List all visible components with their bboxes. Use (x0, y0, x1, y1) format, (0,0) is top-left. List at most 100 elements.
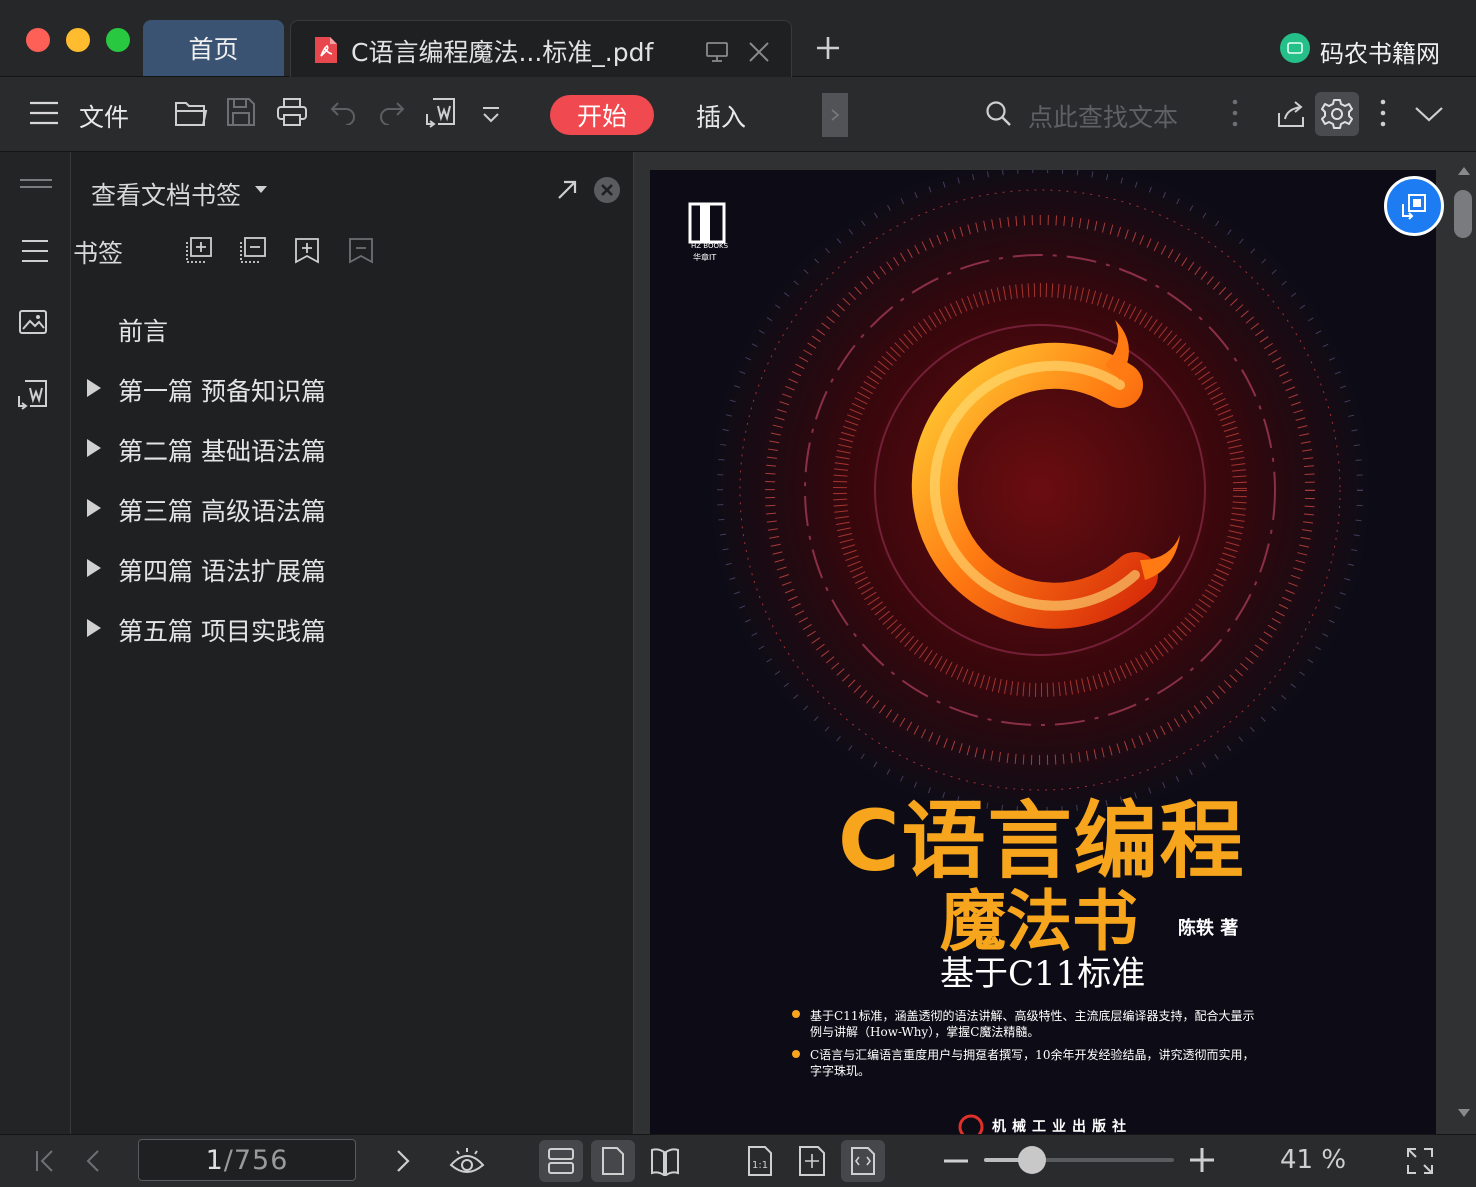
save-icon[interactable] (225, 96, 257, 128)
bookmarks-label: 书签 (73, 239, 124, 268)
new-tab-icon[interactable] (816, 36, 840, 60)
redo-icon[interactable] (378, 99, 406, 125)
tab-document[interactable]: C语言编程魔法...标准_.pdf (290, 20, 792, 78)
svg-text:1:1: 1:1 (752, 1160, 768, 1171)
maximize-window-button[interactable] (106, 28, 130, 52)
convert-icon (1402, 194, 1426, 220)
previous-page-icon[interactable] (84, 1149, 102, 1173)
pdf-file-icon (315, 37, 337, 63)
tab-home[interactable]: 首页 (143, 20, 284, 76)
bookmark-list-icon[interactable] (21, 238, 49, 264)
share-icon[interactable] (1276, 99, 1306, 129)
bookmark-item-part-3[interactable]: 第三篇 高级语法篇 (118, 492, 326, 528)
file-menu[interactable]: 文件 (79, 98, 129, 134)
collapse-toolbar-icon[interactable] (1413, 105, 1445, 123)
expand-arrow-icon[interactable] (87, 439, 101, 457)
convert-to-word-icon[interactable] (424, 96, 458, 130)
bullet-dot (792, 1050, 800, 1058)
print-icon[interactable] (276, 97, 308, 127)
tab-document-title: C语言编程魔法...标准_.pdf (351, 38, 654, 67)
single-page-icon (602, 1147, 624, 1175)
add-bookmark-icon[interactable] (293, 236, 321, 266)
undo-icon[interactable] (329, 99, 357, 125)
close-tab-icon[interactable] (747, 40, 771, 64)
search-input[interactable]: 点此查找文本 (1028, 98, 1178, 134)
pop-out-panel-icon[interactable] (556, 179, 578, 201)
scroll-down-arrow-icon[interactable] (1458, 1108, 1470, 1118)
zoom-out-icon[interactable] (943, 1158, 969, 1164)
expand-arrow-icon[interactable] (87, 379, 101, 397)
bullet-dot (792, 1010, 800, 1018)
gear-icon (1321, 99, 1353, 129)
continuous-view-button[interactable] (539, 1140, 583, 1182)
two-page-icon (651, 1148, 679, 1176)
close-panel-icon[interactable] (593, 176, 621, 204)
expand-arrow-icon[interactable] (87, 559, 101, 577)
fit-width-icon (851, 1147, 875, 1175)
page-number-input[interactable]: 1/756 (138, 1139, 356, 1181)
export-word-icon[interactable] (16, 378, 50, 412)
two-page-view-button[interactable] (643, 1140, 687, 1182)
cover-bullet1-line1: 基于C11标准，涵盖透彻的语法讲解、高级特性、主流底层编译器支持，配合大量示 (810, 1009, 1255, 1023)
cover-press: 机械工业出版社 (992, 1119, 1132, 1134)
collapse-all-icon[interactable] (239, 236, 267, 266)
toolbar-more-dots-icon[interactable] (1231, 97, 1239, 129)
collapse-panel-icon[interactable] (19, 178, 53, 190)
bookmark-item-part-5[interactable]: 第五篇 项目实践篇 (118, 612, 326, 648)
expand-all-icon[interactable] (185, 236, 213, 266)
main-toolbar: 文件 开始 插入 点此查找文本 (0, 77, 1476, 152)
cover-bullet1-line2: 例与讲解（How-Why），掌握C魔法精髓。 (810, 1025, 1040, 1039)
tab-start[interactable]: 开始 (550, 95, 654, 135)
more-options-icon[interactable] (1379, 97, 1387, 129)
tab-insert[interactable]: 插入 (696, 98, 746, 134)
chevron-right-icon (831, 109, 840, 121)
brand-name[interactable]: 码农书籍网 (1320, 34, 1440, 69)
left-sidebar-strip (0, 152, 71, 1134)
fullscreen-icon[interactable] (1405, 1146, 1435, 1176)
scroll-up-arrow-icon[interactable] (1458, 166, 1470, 176)
scrollbar-thumb[interactable] (1454, 190, 1472, 238)
zoom-slider-knob[interactable] (1017, 1146, 1046, 1174)
open-folder-icon[interactable] (174, 97, 208, 129)
panel-title-dropdown[interactable]: 查看文档书签 (91, 176, 241, 212)
thumbnail-icon[interactable] (18, 308, 48, 336)
delete-bookmark-icon[interactable] (347, 236, 375, 266)
cover-author: 陈轶 著 (1178, 918, 1239, 939)
search-icon[interactable] (985, 100, 1013, 128)
publisher-logo-text: HZ BOOKS (691, 242, 729, 250)
cover-subtitle: 基于C11标准 (940, 954, 1146, 994)
zoom-percentage[interactable]: 41 % (1280, 1145, 1346, 1175)
expand-arrow-icon[interactable] (87, 499, 101, 517)
press-logo-icon (958, 1114, 984, 1134)
zoom-in-icon[interactable] (1189, 1147, 1215, 1173)
bookmark-item-part-2[interactable]: 第二篇 基础语法篇 (118, 432, 326, 468)
publisher-logo-subtext: 华章IT (693, 253, 717, 262)
minimize-window-button[interactable] (66, 28, 90, 52)
menu-icon[interactable] (29, 100, 59, 126)
bookmark-item-preface[interactable]: 前言 (118, 312, 168, 348)
expand-arrow-icon[interactable] (87, 619, 101, 637)
cover-bullet2-line2: 字字珠玑。 (810, 1064, 871, 1078)
settings-button[interactable] (1315, 92, 1359, 136)
next-page-icon[interactable] (394, 1149, 412, 1173)
fit-page-icon[interactable] (797, 1145, 827, 1177)
more-tools-dropdown-icon[interactable] (480, 105, 502, 125)
brand-logo-icon (1280, 33, 1310, 63)
caret-down-icon[interactable] (255, 186, 267, 194)
close-window-button[interactable] (26, 28, 50, 52)
pdf-page[interactable]: HZ BOOKS 华章IT C语言编程 魔法书 陈轶 著 基于C11标准 基于C… (650, 170, 1436, 1134)
bookmark-item-part-1[interactable]: 第一篇 预备知识篇 (118, 372, 326, 408)
eye-protection-icon[interactable] (448, 1145, 486, 1177)
single-page-view-button[interactable] (591, 1140, 635, 1182)
title-bar: 首页 C语言编程魔法...标准_.pdf 码农书籍网 (0, 0, 1476, 78)
tab-scroll-right-button[interactable] (822, 93, 848, 137)
actual-size-icon[interactable]: 1:1 (746, 1145, 774, 1177)
monitor-icon[interactable] (705, 41, 729, 63)
fit-width-button[interactable] (841, 1140, 885, 1182)
first-page-icon[interactable] (34, 1149, 56, 1173)
bookmark-panel: 查看文档书签 书签 前言 第一篇 预备知识篇 第二篇 基础语法篇 第三篇 高级语… (71, 152, 634, 1134)
floating-convert-button[interactable] (1384, 176, 1444, 236)
continuous-page-icon (548, 1148, 574, 1174)
bookmark-item-part-4[interactable]: 第四篇 语法扩展篇 (118, 552, 326, 588)
cover-bullet2-line1: C语言与汇编语言重度用户与拥趸者撰写，10余年开发经验结晶，讲究透彻而实用， (810, 1048, 1255, 1062)
